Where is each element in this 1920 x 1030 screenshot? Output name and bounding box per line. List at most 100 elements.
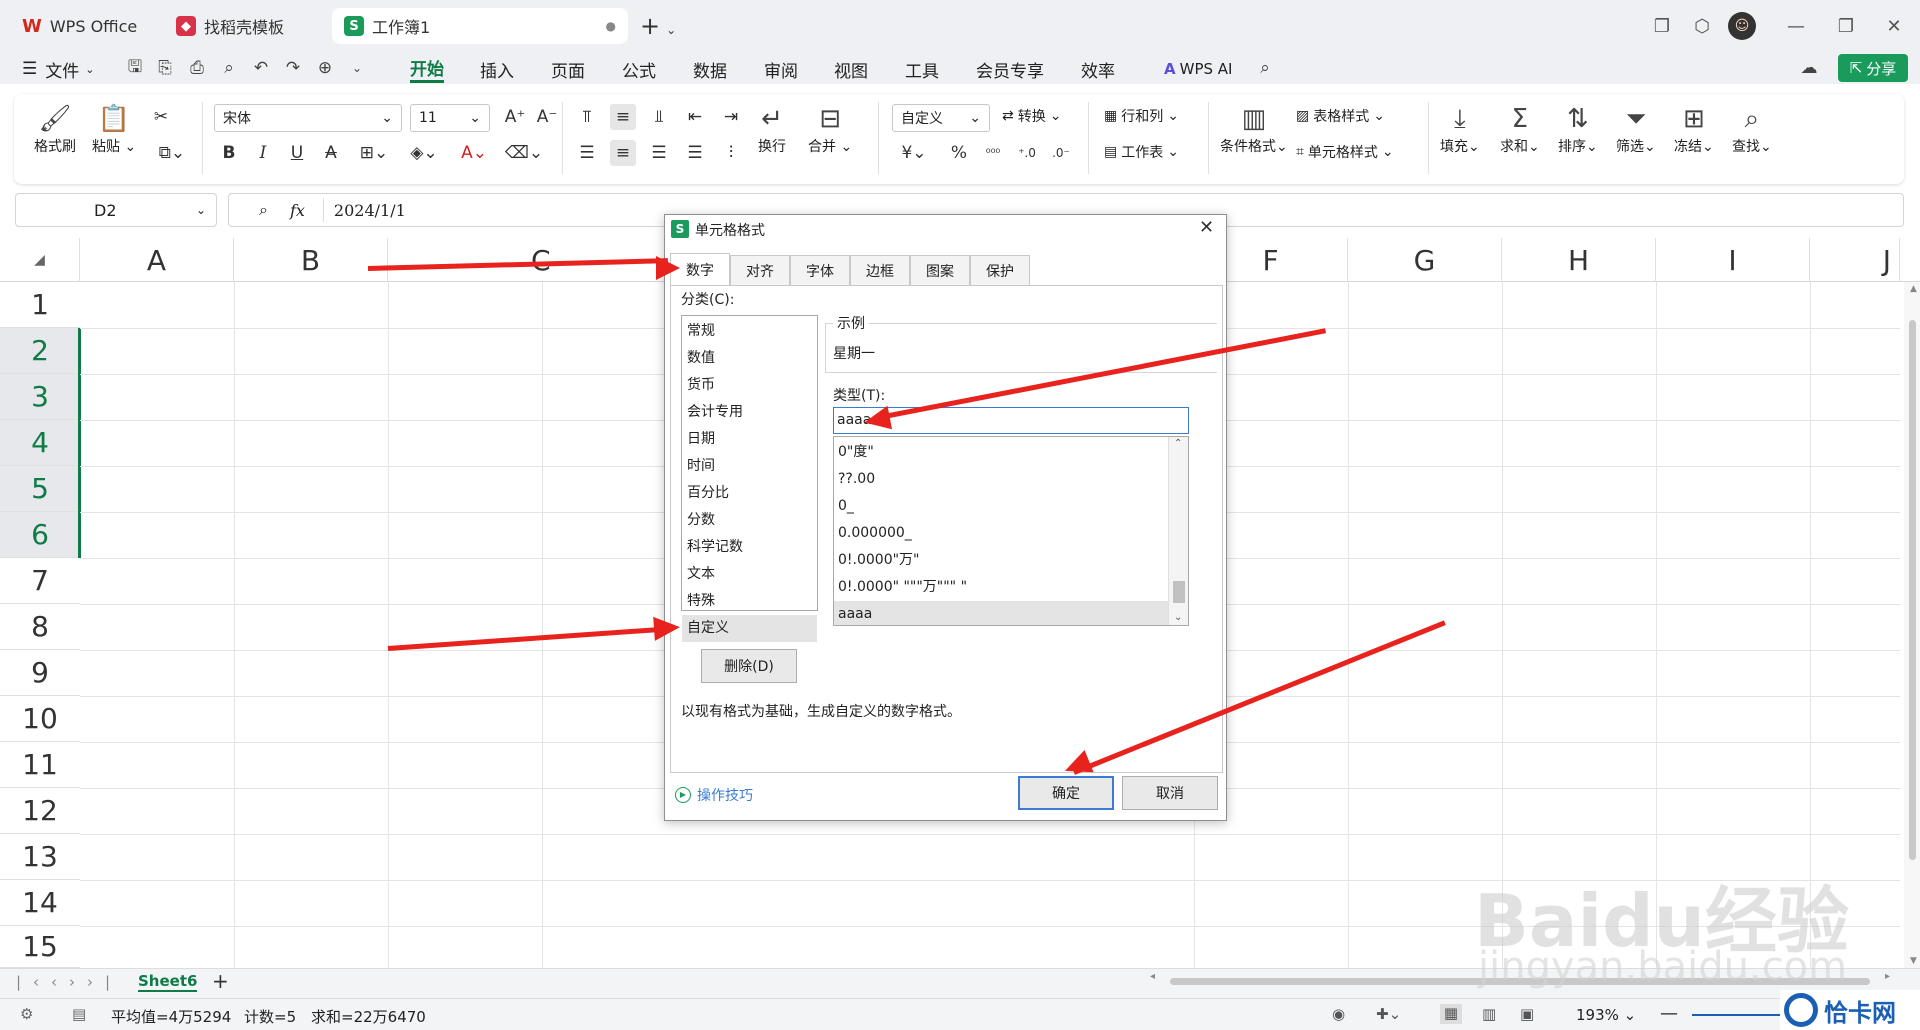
worksheet-button[interactable]: ▤ 工作表 ⌄: [1104, 142, 1179, 162]
cube-icon[interactable]: ⬡: [1686, 10, 1718, 42]
list-item[interactable]: 分数: [682, 507, 817, 534]
paste-button[interactable]: 📋 粘贴 ⌄: [92, 102, 136, 156]
column-header-cell[interactable]: B: [234, 238, 388, 282]
sheet-tab[interactable]: Sheet6: [138, 972, 198, 992]
eye-protection-icon[interactable]: ◉: [1332, 1005, 1345, 1023]
bold-icon[interactable]: B: [216, 140, 242, 166]
italic-icon[interactable]: I: [250, 140, 276, 166]
row-header-cell[interactable]: 7: [0, 558, 80, 604]
list-item[interactable]: 特殊: [682, 588, 817, 615]
tab-border[interactable]: 边框: [850, 255, 910, 285]
decimal-decrease-icon[interactable]: .0⁻: [1048, 140, 1074, 166]
align-top-icon[interactable]: ⫪: [574, 104, 600, 130]
window-layout-icon[interactable]: ❐: [1646, 10, 1678, 42]
list-item[interactable]: 0!.0000" """万""" ": [834, 574, 1168, 601]
category-list[interactable]: 常规 数值 货币 会计专用 日期 时间 百分比 分数 科学记数 文本 特殊 自定…: [681, 315, 818, 642]
fx-icon[interactable]: fx: [290, 201, 305, 220]
find-button[interactable]: ⌕ 查找⌄: [1732, 102, 1772, 156]
number-format-select[interactable]: 自定义 ⌄: [892, 104, 990, 132]
select-all-icon[interactable]: ◢: [0, 238, 80, 282]
column-header-cell[interactable]: A: [80, 238, 234, 282]
column-header-cell[interactable]: G: [1348, 238, 1502, 282]
merge-button[interactable]: ⊟ 合并 ⌄: [808, 102, 852, 156]
row-header-cell[interactable]: 4: [0, 420, 80, 466]
clear-format-icon[interactable]: ⌫⌄: [504, 140, 544, 166]
row-header-cell[interactable]: 2: [0, 328, 80, 374]
underline-icon[interactable]: U: [284, 140, 310, 166]
vertical-scrollbar[interactable]: ▲ ▼: [1904, 282, 1920, 968]
list-item[interactable]: 文本: [682, 561, 817, 588]
row-header-cell[interactable]: 6: [0, 512, 80, 558]
list-item[interactable]: 0"度": [834, 439, 1168, 466]
print-icon[interactable]: ⎙: [186, 57, 208, 79]
fill-button[interactable]: ⤓ 填充⌄: [1440, 102, 1480, 156]
zoom-slider[interactable]: [1692, 1014, 1782, 1016]
menu-formula[interactable]: 公式: [622, 55, 656, 83]
sheet-view-icon[interactable]: ▤: [72, 1005, 86, 1023]
indent-decrease-icon[interactable]: ⇤: [682, 104, 708, 130]
formula-value[interactable]: 2024/1/1: [334, 201, 406, 220]
tab-workbook[interactable]: S 工作簿1 ●: [332, 8, 628, 44]
row-header-cell[interactable]: 12: [0, 788, 80, 834]
font-grow-icon[interactable]: A⁺: [502, 104, 528, 130]
percent-icon[interactable]: %: [946, 140, 972, 166]
border-icon[interactable]: ⊞⌄: [354, 140, 394, 166]
macro-icon[interactable]: ⚙: [20, 1005, 33, 1023]
align-left-icon[interactable]: ☰: [574, 140, 600, 166]
save-icon[interactable]: 🖫: [124, 57, 146, 79]
menu-review[interactable]: 审阅: [764, 55, 798, 83]
page-break-view-icon[interactable]: ▥: [1482, 1005, 1496, 1023]
normal-view-icon[interactable]: ▦: [1440, 1004, 1462, 1024]
menu-page[interactable]: 页面: [551, 55, 585, 83]
decimal-increase-icon[interactable]: ⁺.0: [1014, 140, 1040, 166]
redo-icon[interactable]: ↷: [282, 57, 304, 79]
new-doc-icon[interactable]: ⊕: [314, 57, 336, 79]
delete-button[interactable]: 删除(D): [701, 649, 797, 683]
currency-icon[interactable]: ¥ ⌄: [896, 140, 932, 166]
cloud-upload-icon[interactable]: ☁: [1798, 57, 1820, 79]
row-header-cell[interactable]: 3: [0, 374, 80, 420]
list-item[interactable]: ??.00: [834, 466, 1168, 493]
wps-ai-button[interactable]: A WPS AI: [1164, 55, 1232, 83]
tips-link[interactable]: ▶ 操作技巧: [675, 785, 753, 805]
list-item[interactable]: 常规: [682, 318, 817, 345]
menu-data[interactable]: 数据: [693, 55, 727, 83]
minimize-icon[interactable]: —: [1780, 10, 1812, 42]
list-item[interactable]: 0!.0000"万": [834, 547, 1168, 574]
row-header-cell[interactable]: 13: [0, 834, 80, 880]
list-item[interactable]: 0_: [834, 493, 1168, 520]
row-header-cell[interactable]: 14: [0, 880, 80, 926]
list-item[interactable]: 百分比: [682, 480, 817, 507]
justify-icon[interactable]: ☰: [682, 140, 708, 166]
tab-pattern[interactable]: 图案: [910, 255, 970, 285]
font-name-select[interactable]: 宋体 ⌄: [214, 104, 402, 132]
filter-button[interactable]: ⏷ 筛选⌄: [1616, 102, 1656, 156]
zoom-level[interactable]: 193% ⌄: [1576, 1006, 1636, 1024]
row-header-cell[interactable]: 1: [0, 282, 80, 328]
indent-increase-icon[interactable]: ⇥: [718, 104, 744, 130]
more-chevron-icon[interactable]: ⌄: [346, 57, 368, 79]
format-list[interactable]: 0"度" ??.00 0_ 0.000000_ 0!.0000"万" 0!.00…: [833, 436, 1189, 626]
menu-member[interactable]: 会员专享: [976, 55, 1044, 83]
tab-wps-office[interactable]: W WPS Office: [10, 8, 154, 44]
tab-protection[interactable]: 保护: [970, 255, 1030, 285]
close-icon[interactable]: ✕: [1878, 10, 1910, 42]
file-menu[interactable]: ☰ 文件 ⌄: [22, 55, 94, 83]
list-item[interactable]: 会计专用: [682, 399, 817, 426]
font-color-icon[interactable]: A⌄: [454, 140, 494, 166]
cell-style-button[interactable]: ⌗ 单元格样式 ⌄: [1296, 142, 1394, 162]
distributed-icon[interactable]: ⫶: [718, 140, 744, 166]
font-shrink-icon[interactable]: A⁻: [534, 104, 560, 130]
name-box[interactable]: D2 ⌄: [15, 193, 217, 227]
align-middle-icon[interactable]: ≡: [610, 104, 636, 130]
sheet-nav-icon[interactable]: |‹‹››|: [16, 973, 122, 991]
cancel-button[interactable]: 取消: [1122, 776, 1218, 810]
conditional-format-button[interactable]: ▥ 条件格式⌄: [1220, 102, 1288, 156]
list-item[interactable]: 科学记数: [682, 534, 817, 561]
format-list-scrollbar[interactable]: ⌃ ⌄: [1168, 437, 1188, 625]
fill-color-icon[interactable]: ◈⌄: [404, 140, 444, 166]
add-sheet-button[interactable]: +: [212, 969, 229, 993]
avatar[interactable]: ☺: [1728, 12, 1756, 40]
ok-button[interactable]: 确定: [1018, 776, 1114, 810]
convert-button[interactable]: ⇄ 转换 ⌄: [1002, 106, 1061, 126]
